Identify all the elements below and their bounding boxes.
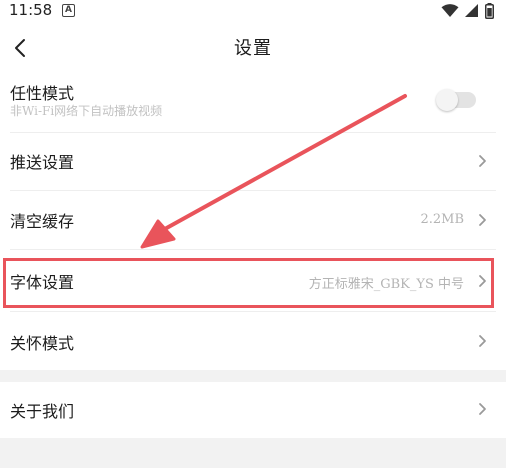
status-icons — [441, 3, 494, 19]
notification-badge-icon: A — [62, 4, 75, 17]
setting-label: 任性模式 — [10, 84, 75, 103]
chevron-right-icon — [479, 403, 486, 415]
setting-label: 关怀模式 — [10, 334, 75, 353]
setting-row-autoplay[interactable]: 任性模式 非Wi-Fi网络下自动播放视频 — [0, 72, 506, 132]
setting-row-push[interactable]: 推送设置 — [0, 133, 506, 190]
page-title: 设置 — [234, 38, 272, 59]
setting-label: 推送设置 — [10, 153, 75, 172]
wifi-icon — [441, 4, 459, 17]
setting-row-about[interactable]: 关于我们 — [0, 382, 506, 438]
bottom-background — [0, 438, 506, 468]
setting-subtitle: 非Wi-Fi网络下自动播放视频 — [10, 104, 163, 118]
chevron-right-icon — [479, 155, 486, 167]
status-time: 11:58 — [9, 1, 53, 19]
setting-label: 关于我们 — [10, 402, 75, 421]
section-separator — [0, 370, 506, 382]
cache-size-value: 2.2MB — [420, 212, 464, 227]
signal-icon — [465, 4, 478, 17]
toggle-knob — [436, 89, 458, 111]
setting-label: 清空缓存 — [10, 212, 75, 231]
setting-row-clear-cache[interactable]: 清空缓存 2.2MB — [0, 191, 506, 249]
highlight-box — [3, 258, 494, 308]
autoplay-toggle[interactable] — [436, 89, 476, 111]
chevron-right-icon — [479, 335, 486, 347]
chevron-right-icon — [479, 214, 486, 226]
app-header: 设置 — [0, 26, 506, 70]
status-bar: 11:58 A — [0, 0, 506, 24]
setting-row-care-mode[interactable]: 关怀模式 — [0, 312, 506, 370]
battery-icon — [485, 3, 494, 19]
